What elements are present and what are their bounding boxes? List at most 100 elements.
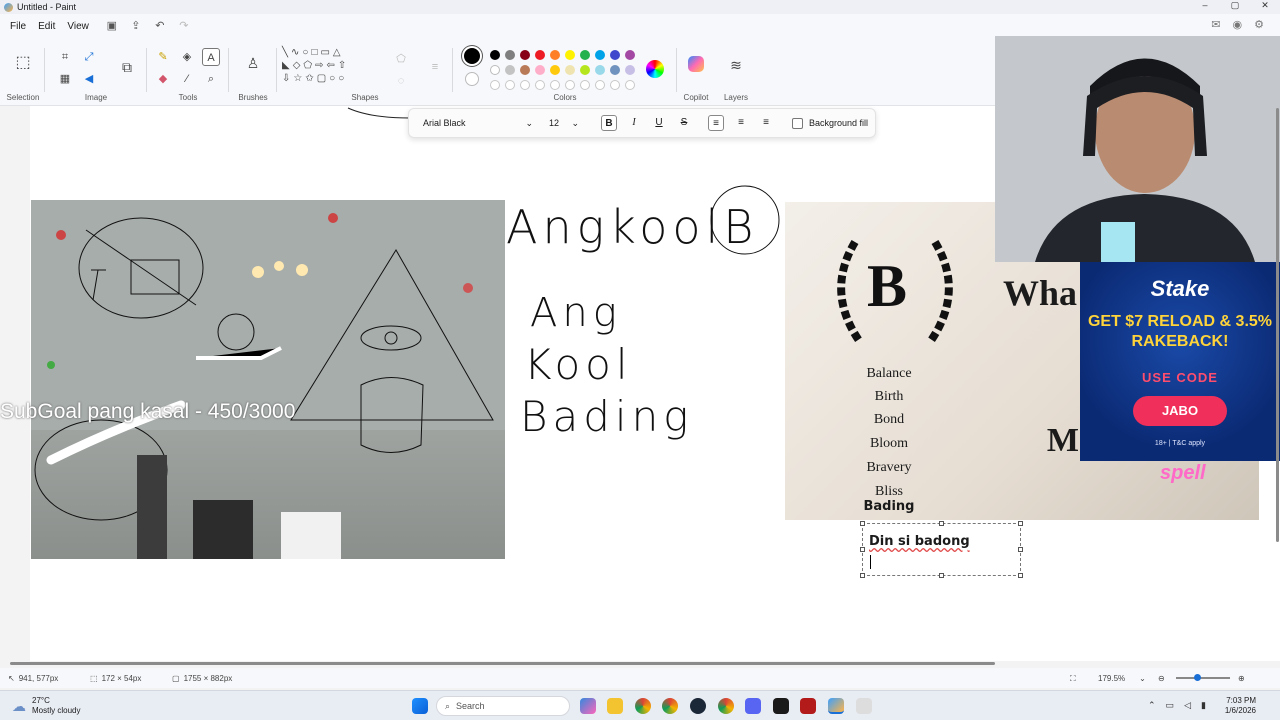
network-icon[interactable]: ▭ — [1166, 700, 1175, 711]
strikethrough-button[interactable]: S — [676, 115, 692, 131]
custom-color-slot[interactable] — [565, 80, 575, 90]
color-swatch[interactable] — [535, 50, 545, 60]
app-icon[interactable] — [773, 698, 789, 714]
color-swatch[interactable] — [625, 50, 635, 60]
steam-icon[interactable] — [690, 698, 706, 714]
undo-icon[interactable]: ↶ — [153, 19, 167, 33]
streaming-app-icon[interactable] — [800, 698, 816, 714]
color-swatch[interactable] — [610, 50, 620, 60]
color-swatch[interactable] — [505, 50, 515, 60]
italic-button[interactable]: I — [626, 115, 642, 131]
outline-icon[interactable]: ⬠ — [392, 50, 410, 68]
chevron-up-icon[interactable]: ⌃ — [1148, 700, 1156, 711]
background-fill-checkbox[interactable] — [792, 117, 803, 129]
chrome-icon[interactable] — [635, 698, 651, 714]
paint-taskbar-icon[interactable] — [828, 698, 844, 714]
zoom-slider-knob[interactable] — [1194, 674, 1201, 681]
color-swatch[interactable] — [490, 65, 500, 75]
battery-icon[interactable]: ▮ — [1201, 700, 1206, 711]
eraser-icon[interactable]: ◆ — [154, 70, 172, 88]
chrome-icon-3[interactable] — [718, 698, 734, 714]
minimize-button[interactable]: – — [1190, 0, 1220, 11]
selection-icon[interactable]: ⬚ — [14, 54, 32, 72]
color-swatch[interactable] — [535, 65, 545, 75]
color-swatch[interactable] — [580, 50, 590, 60]
hscroll-thumb[interactable] — [10, 662, 995, 665]
horizontal-scrollbar[interactable] — [4, 660, 1274, 666]
align-left-icon[interactable]: ≡ — [708, 115, 724, 131]
copilot-taskbar-icon[interactable] — [580, 698, 596, 714]
color-picker-icon[interactable]: ⁄ — [178, 70, 196, 88]
custom-color-slot[interactable] — [625, 80, 635, 90]
zoom-out-icon[interactable]: ⊖ — [1158, 674, 1165, 683]
fill-icon[interactable]: ◈ — [178, 48, 196, 66]
save-icon[interactable]: ▣ — [105, 19, 119, 33]
color-swatch[interactable] — [610, 65, 620, 75]
file-explorer-icon[interactable] — [607, 698, 623, 714]
edit-colors-icon[interactable] — [646, 60, 664, 78]
copilot-icon[interactable] — [688, 56, 704, 72]
text-tool-icon[interactable]: A — [202, 48, 220, 66]
rotate-icon[interactable]: ◀ — [80, 70, 98, 88]
text-box-content[interactable]: Din si badong — [869, 534, 970, 549]
shapes-grid[interactable]: ╲∿○□▭△ ◣◇⬠⇨⇦⇧ ⇩☆✩▢○○ — [282, 46, 382, 85]
custom-color-slot[interactable] — [535, 80, 545, 90]
system-clock[interactable]: 7:03 PM 1/6/2026 — [1222, 696, 1256, 716]
custom-color-slot[interactable] — [580, 80, 590, 90]
taskbar-search[interactable]: ⌕ Search — [436, 696, 570, 716]
font-size-dropdown[interactable]: 12 ⌄ — [549, 118, 579, 129]
color-swatch[interactable] — [550, 50, 560, 60]
snipping-tool-icon[interactable] — [856, 698, 872, 714]
share-icon[interactable]: ⇪ — [129, 19, 143, 33]
shape-fill-icon[interactable]: ◌ — [392, 72, 410, 90]
color-swatch[interactable] — [520, 65, 530, 75]
layers-icon[interactable]: ≋ — [727, 56, 745, 74]
redo-icon[interactable]: ↷ — [177, 19, 191, 33]
active-text-box[interactable]: Din si badong — [860, 521, 1023, 578]
underline-button[interactable]: U — [651, 115, 667, 131]
align-center-icon[interactable]: ≡ — [733, 115, 749, 131]
primary-color-swatch[interactable] — [464, 48, 480, 64]
color-swatch[interactable] — [595, 65, 605, 75]
vscroll-thumb[interactable] — [1276, 108, 1279, 542]
zoom-dropdown[interactable]: 179.5% ⌄ — [1098, 674, 1146, 683]
bold-button[interactable]: B — [601, 115, 617, 131]
magnifier-icon[interactable]: ⌕ — [202, 70, 220, 88]
brush-icon[interactable]: ♙ — [244, 54, 262, 72]
color-swatch[interactable] — [550, 65, 560, 75]
font-dropdown[interactable]: Arial Black ⌄ — [423, 118, 533, 129]
color-swatch[interactable] — [505, 65, 515, 75]
vertical-scrollbar[interactable] — [1275, 108, 1280, 658]
color-swatch[interactable] — [625, 65, 635, 75]
select-all-icon[interactable]: ▦ — [56, 70, 74, 88]
chrome-icon-2[interactable] — [662, 698, 678, 714]
color-swatch[interactable] — [520, 50, 530, 60]
custom-color-slot[interactable] — [550, 80, 560, 90]
crop-icon[interactable]: ⌗ — [56, 48, 74, 66]
color-swatch[interactable] — [580, 65, 590, 75]
weather-widget[interactable]: ☁ 27°C Mostly cloudy — [12, 696, 80, 716]
zoom-slider[interactable] — [1176, 674, 1230, 681]
feedback-icon[interactable]: ✉ — [1211, 18, 1220, 31]
custom-color-slot[interactable] — [610, 80, 620, 90]
image-creator-icon[interactable]: ⧉ — [118, 58, 136, 76]
pencil-icon[interactable]: ✎ — [154, 48, 172, 66]
color-swatch[interactable] — [595, 50, 605, 60]
volume-icon[interactable]: ◁ — [1184, 700, 1191, 711]
shape-size-icon[interactable]: ≡ — [426, 58, 444, 76]
account-icon[interactable]: ◉ — [1233, 18, 1243, 31]
close-button[interactable]: ✕ — [1250, 0, 1280, 11]
fit-to-window-icon[interactable]: ⛶ — [1070, 674, 1076, 684]
color-swatch[interactable] — [565, 65, 575, 75]
menu-file[interactable]: File — [4, 21, 32, 32]
menu-view[interactable]: View — [61, 21, 95, 32]
custom-color-slot[interactable] — [595, 80, 605, 90]
menu-edit[interactable]: Edit — [32, 21, 61, 32]
secondary-color-swatch[interactable] — [465, 72, 479, 86]
custom-color-slot[interactable] — [505, 80, 515, 90]
color-swatch[interactable] — [565, 50, 575, 60]
color-swatch[interactable] — [490, 50, 500, 60]
maximize-button[interactable]: ▢ — [1220, 0, 1250, 11]
settings-icon[interactable]: ⚙ — [1254, 18, 1264, 31]
align-right-icon[interactable]: ≡ — [758, 115, 774, 131]
